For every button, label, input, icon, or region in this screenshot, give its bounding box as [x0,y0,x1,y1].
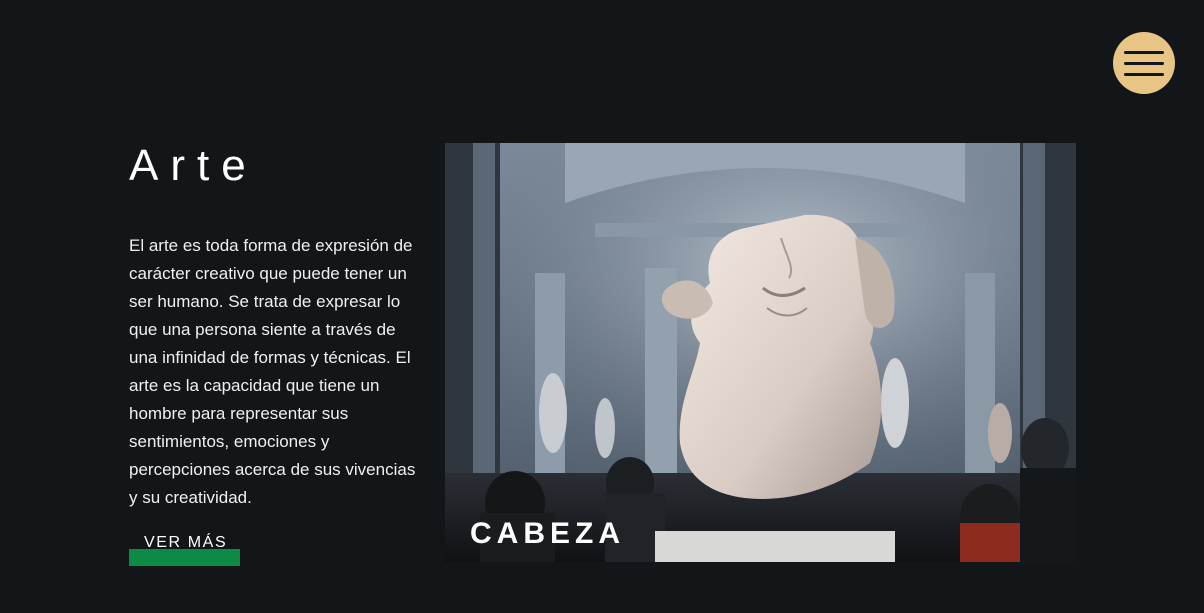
hamburger-icon-line [1124,62,1164,65]
hamburger-icon-line [1124,73,1164,76]
see-more-label: VER MÁS [144,534,228,551]
menu-button[interactable] [1113,32,1175,94]
hero-image: CABEZA [445,143,1076,562]
page-title: Arte [129,141,258,190]
museum-sculpture-image [445,143,1076,562]
image-caption: CABEZA [470,517,625,550]
see-more-button[interactable]: VER MÁS [129,534,240,566]
hamburger-icon [1124,51,1164,54]
description-text: El arte es toda forma de expresión de ca… [129,236,416,507]
